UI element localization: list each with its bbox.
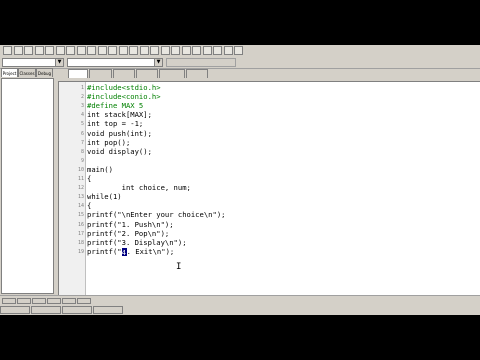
line-number: 17 xyxy=(77,230,84,237)
status-field xyxy=(0,306,30,314)
line-number: 12 xyxy=(77,185,84,192)
member-combo[interactable]: ▼ xyxy=(67,58,163,67)
toolbar-button[interactable] xyxy=(3,46,12,55)
code-text: . Exit\n"); xyxy=(126,246,175,256)
toolbar-button[interactable] xyxy=(139,46,149,55)
bottom-tab[interactable] xyxy=(2,298,16,304)
line-number: 13 xyxy=(77,194,84,201)
editor-tab[interactable] xyxy=(68,69,88,78)
code-line: { xyxy=(87,174,92,183)
status-field xyxy=(31,306,61,314)
ibeam-cursor-icon: I xyxy=(176,262,182,272)
toolbar-button[interactable] xyxy=(34,46,44,55)
toolbar-button[interactable] xyxy=(223,46,233,55)
secondary-toolbar: ▼ ▼ xyxy=(0,57,480,69)
code-line: while(1) xyxy=(87,192,122,202)
line-number: 5 xyxy=(80,121,84,128)
toolbar-button[interactable] xyxy=(150,46,159,55)
compiler-combo[interactable] xyxy=(166,58,236,67)
toolbar-button[interactable] xyxy=(118,46,128,55)
project-browser[interactable] xyxy=(1,78,54,294)
tab-classes[interactable]: Classes xyxy=(18,68,36,77)
tab-project[interactable]: Project xyxy=(1,68,18,77)
code-line: #include<stdio.h> xyxy=(87,83,161,92)
line-number: 8 xyxy=(80,148,84,155)
code-line: printf("3. Display\n"); xyxy=(87,237,187,247)
bottom-tab[interactable] xyxy=(32,298,46,304)
code-editor[interactable]: 1 2 3 4 5 6 7 8 9 10 11 12 13 14 15 16 17 18 19 #include<s… xyxy=(58,81,480,296)
line-number: 2 xyxy=(80,94,84,101)
toolbar-button[interactable] xyxy=(76,46,86,55)
line-number: 14 xyxy=(77,203,84,210)
code-line: void display(); xyxy=(87,146,152,156)
left-panel-tabs: Project Classes Debug xyxy=(0,68,56,78)
code-line-current: printf("4. Exit\n"); xyxy=(87,246,175,257)
line-number: 19 xyxy=(77,248,84,255)
status-field xyxy=(93,306,123,314)
status-bar xyxy=(0,306,480,315)
toolbar-button[interactable] xyxy=(202,46,212,55)
bottom-tab[interactable] xyxy=(47,298,61,304)
toolbar-button[interactable] xyxy=(87,46,96,55)
line-number-gutter: 1 2 3 4 5 6 7 8 9 10 11 12 13 14 15 16 17 18 19 xyxy=(59,82,86,296)
toolbar-button[interactable] xyxy=(234,46,243,55)
line-number: 1 xyxy=(80,85,84,91)
code-line: #define MAX 5 xyxy=(87,101,144,111)
editor-tab[interactable] xyxy=(186,69,208,78)
line-number: 10 xyxy=(77,166,84,173)
tab-debug[interactable]: Debug xyxy=(36,68,53,77)
line-number: 11 xyxy=(77,176,84,182)
line-number: 3 xyxy=(80,103,84,110)
toolbar-button[interactable] xyxy=(213,46,222,55)
toolbar-button[interactable] xyxy=(55,46,65,55)
code-line: void push(int); xyxy=(87,128,152,138)
code-line: printf("1. Push\n"); xyxy=(87,219,174,229)
bottom-tab[interactable] xyxy=(62,298,76,304)
code-line: main() xyxy=(87,164,113,174)
editor-tab[interactable] xyxy=(89,69,112,78)
code-line: #include<conio.h> xyxy=(87,92,161,102)
line-number: 18 xyxy=(77,239,84,246)
bottom-tab[interactable] xyxy=(77,298,91,304)
editor-tabs xyxy=(56,69,480,78)
editor-tab[interactable] xyxy=(159,69,185,78)
toolbar-button[interactable] xyxy=(97,46,107,55)
line-number: 4 xyxy=(80,112,84,119)
toolbar-button[interactable] xyxy=(108,46,117,55)
editor-tab[interactable] xyxy=(113,69,135,78)
toolbar-button[interactable] xyxy=(66,46,75,55)
line-number: 15 xyxy=(77,212,84,219)
editor-tab[interactable] xyxy=(136,69,158,78)
code-line: int stack[MAX]; xyxy=(87,110,152,120)
chevron-down-icon[interactable]: ▼ xyxy=(55,59,63,66)
ide-window: ▼ ▼ Project Classes Debug 1 2 3 4 5 6 7 8 9 10 11 1… xyxy=(0,45,480,315)
line-number: 6 xyxy=(80,130,84,137)
code-text: printf(" xyxy=(87,246,122,256)
code-line: printf("2. Pop\n"); xyxy=(87,228,170,238)
line-number: 16 xyxy=(77,221,84,228)
code-line: printf("\nEnter your choice\n"); xyxy=(87,210,226,220)
code-line: { xyxy=(87,201,92,211)
bottom-panel xyxy=(0,295,480,315)
code-line: int top = -1; xyxy=(87,119,144,129)
chevron-down-icon[interactable]: ▼ xyxy=(154,59,162,66)
toolbar-button[interactable] xyxy=(160,46,170,55)
code-line: int pop(); xyxy=(87,137,131,147)
toolbar-button[interactable] xyxy=(181,46,191,55)
class-combo[interactable]: ▼ xyxy=(2,58,64,67)
line-number: 9 xyxy=(80,157,84,164)
toolbar-button[interactable] xyxy=(45,46,54,55)
toolbar-button[interactable] xyxy=(13,46,23,55)
toolbar-button[interactable] xyxy=(24,46,33,55)
toolbar-button[interactable] xyxy=(129,46,138,55)
line-number: 7 xyxy=(80,139,84,146)
toolbar-button[interactable] xyxy=(192,46,201,55)
status-field xyxy=(62,306,92,314)
bottom-tab[interactable] xyxy=(17,298,31,304)
code-line: int choice, num; xyxy=(87,183,191,193)
toolbar-button[interactable] xyxy=(171,46,180,55)
